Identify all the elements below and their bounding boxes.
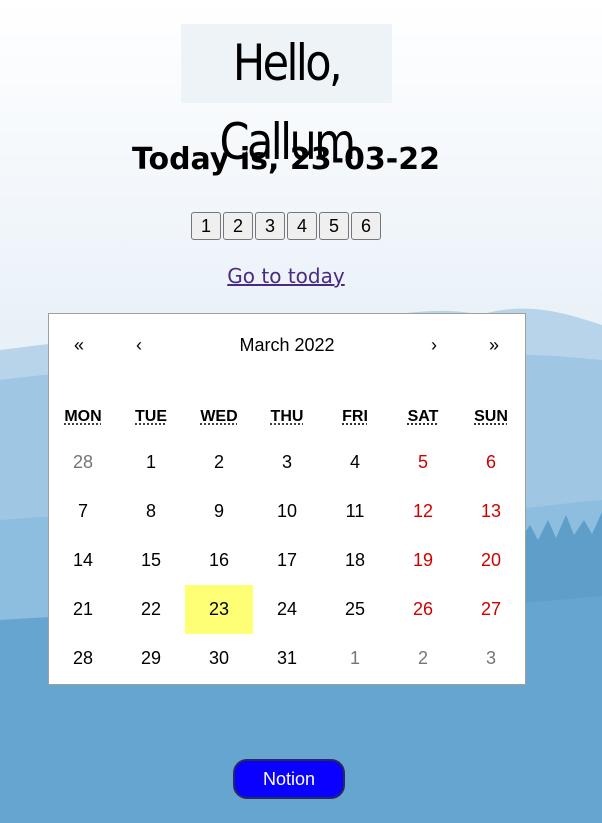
calendar-day[interactable]: 21 (49, 585, 117, 634)
today-heading: Today is, 23-03-22 (131, 142, 440, 177)
calendar-day-today[interactable]: 23 (185, 585, 253, 634)
calendar-day[interactable]: 28 (49, 438, 117, 487)
calendar-day[interactable]: 15 (117, 536, 185, 585)
tab-5[interactable]: 5 (319, 212, 349, 240)
notion-button[interactable]: Notion (233, 759, 345, 799)
weekday-sat: SAT (407, 408, 439, 425)
page-tabs: 1 2 3 4 5 6 (191, 212, 383, 240)
calendar-day[interactable]: 4 (321, 438, 389, 487)
calendar-day[interactable]: 3 (253, 438, 321, 487)
weekday-tue: TUE (135, 408, 167, 425)
calendar-day[interactable]: 25 (321, 585, 389, 634)
calendar-day[interactable]: 3 (457, 634, 525, 683)
calendar-day[interactable]: 1 (117, 438, 185, 487)
calendar-day[interactable]: 31 (253, 634, 321, 683)
weekday-wed: WED (200, 408, 238, 425)
calendar-day[interactable]: 17 (253, 536, 321, 585)
page-content: Hello, Callum Today is, 23-03-22 1 2 3 4… (0, 0, 602, 823)
calendar-day[interactable]: 2 (185, 438, 253, 487)
calendar-day[interactable]: 18 (321, 536, 389, 585)
calendar-day[interactable]: 1 (321, 634, 389, 683)
calendar-day[interactable]: 8 (117, 487, 185, 536)
weekday-fri: FRI (342, 408, 368, 425)
calendar-day[interactable]: 7 (49, 487, 117, 536)
greeting-heading: Hello, Callum (181, 24, 392, 171)
tab-6[interactable]: 6 (351, 212, 381, 240)
calendar-day[interactable]: 14 (49, 536, 117, 585)
calendar-day[interactable]: 13 (457, 487, 525, 536)
calendar-day[interactable]: 16 (185, 536, 253, 585)
calendar-day[interactable]: 2 (389, 634, 457, 683)
tab-2[interactable]: 2 (223, 212, 253, 240)
weekday-mon: MON (64, 408, 102, 425)
calendar-day[interactable]: 24 (253, 585, 321, 634)
calendar-day[interactable]: 5 (389, 438, 457, 487)
tab-3[interactable]: 3 (255, 212, 285, 240)
calendar-day[interactable]: 6 (457, 438, 525, 487)
weekday-thu: THU (270, 408, 304, 425)
calendar-day[interactable]: 19 (389, 536, 457, 585)
calendar-day[interactable]: 26 (389, 585, 457, 634)
tab-4[interactable]: 4 (287, 212, 317, 240)
calendar-day[interactable]: 9 (185, 487, 253, 536)
calendar-day[interactable]: 10 (253, 487, 321, 536)
calendar-day[interactable]: 27 (457, 585, 525, 634)
calendar-day[interactable]: 11 (321, 487, 389, 536)
calendar-day[interactable]: 29 (117, 634, 185, 683)
calendar-navigation: « ‹ March 2022 › » (49, 330, 525, 360)
prev-month-button[interactable]: ‹ (119, 330, 159, 360)
next-month-button[interactable]: › (414, 330, 454, 360)
go-to-today-link[interactable]: Go to today (0, 264, 572, 288)
calendar-day[interactable]: 22 (117, 585, 185, 634)
calendar-day[interactable]: 20 (457, 536, 525, 585)
next-year-button[interactable]: » (474, 330, 514, 360)
month-label[interactable]: March 2022 (189, 330, 385, 360)
calendar: « ‹ March 2022 › » MON TUE WED THU FRI S… (48, 313, 526, 685)
tab-1[interactable]: 1 (191, 212, 221, 240)
calendar-day[interactable]: 30 (185, 634, 253, 683)
calendar-day[interactable]: 12 (389, 487, 457, 536)
calendar-day[interactable]: 28 (49, 634, 117, 683)
prev-year-button[interactable]: « (59, 330, 99, 360)
weekday-header: MON TUE WED THU FRI SAT SUN (49, 408, 525, 430)
days-grid: 28 1 2 3 4 5 6 7 8 9 10 11 12 13 14 15 16 17 18 19 20 21 22 23 2… (49, 438, 525, 683)
weekday-sun: SUN (474, 408, 508, 425)
